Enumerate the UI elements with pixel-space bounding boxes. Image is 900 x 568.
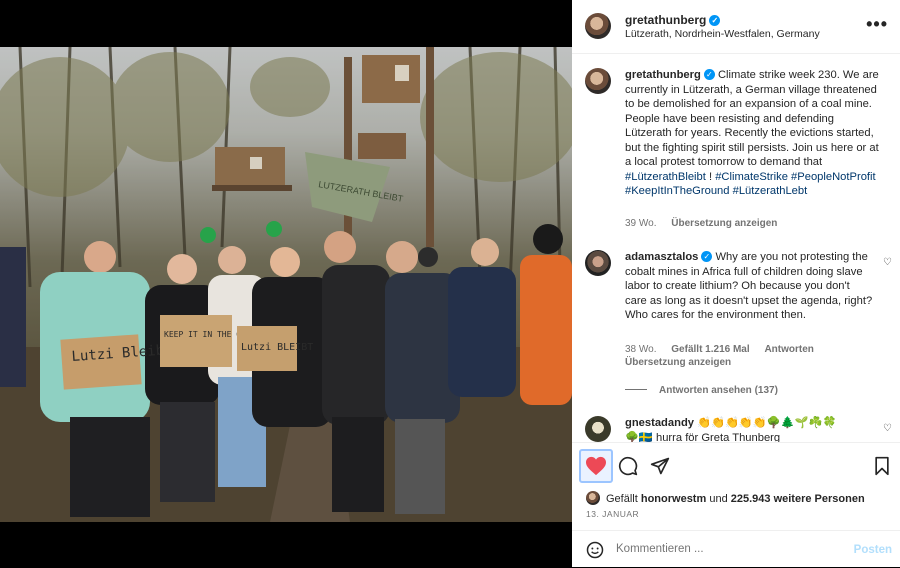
likes-count[interactable]: 225.943 weitere Personen <box>731 493 865 505</box>
verified-icon: ✓ <box>703 69 715 80</box>
verified-icon: ✓ <box>701 251 713 262</box>
post-photo[interactable]: LUTZERATH BLEIBT Lutzi Bleibt KEEP IT IN… <box>0 47 572 522</box>
caption-body: Climate strike week 230. We are currentl… <box>625 69 879 168</box>
comment-like-icon[interactable]: ♡ <box>883 257 892 268</box>
replies-divider <box>625 389 647 390</box>
send-icon <box>650 457 670 475</box>
author-username-text[interactable]: gretathunberg <box>625 13 706 27</box>
media-pane: LUTZERATH BLEIBT Lutzi Bleibt KEEP IT IN… <box>0 0 572 567</box>
liker-avatar <box>586 491 600 505</box>
author-username[interactable]: gretathunberg ✓ <box>625 13 721 27</box>
comment-button[interactable] <box>615 453 641 479</box>
sign3-text: Lutzi BLEIBT <box>241 342 313 353</box>
emoji-icon <box>586 541 604 559</box>
more-options-icon[interactable]: ••• <box>866 14 888 35</box>
comment-icon <box>618 456 638 476</box>
comment-meta: 38 Wo. Gefällt 1.216 Mal Antworten <box>625 344 826 355</box>
comment2-username[interactable]: gnestadandy <box>625 417 694 429</box>
comment-input[interactable] <box>616 543 836 555</box>
liker-username[interactable]: honorwestm <box>641 493 706 505</box>
view-replies-text[interactable]: Antworten ansehen (137) <box>659 385 778 396</box>
caption-text: gretathunberg ✓ Climate strike week 230. … <box>625 68 883 199</box>
bookmark-icon <box>875 456 889 476</box>
comment-translate: Übersetzung anzeigen <box>625 357 743 368</box>
translate-link[interactable]: Übersetzung anzeigen <box>671 218 777 229</box>
verified-icon: ✓ <box>709 15 721 26</box>
reply-button[interactable]: Antworten <box>764 344 813 355</box>
caption-avatar[interactable] <box>585 68 611 94</box>
comment-likes[interactable]: Gefällt 1.216 Mal <box>671 344 749 355</box>
comment2-text: gnestadandy 👏👏👏👏👏🌳🌲🌱☘️🍀 🌳🇸🇪 hurra för Gr… <box>625 416 873 442</box>
comment-age: 38 Wo. <box>625 344 657 355</box>
likes-summary: Gefällt honorwestm und 225.943 weitere P… <box>586 491 865 505</box>
location-link[interactable]: Lützerath, Nordrhein-Westfalen, Germany <box>625 28 820 40</box>
share-button[interactable] <box>647 453 673 479</box>
photo-illustration: LUTZERATH BLEIBT Lutzi Bleibt KEEP IT IN… <box>0 47 572 522</box>
post-header: gretathunberg ✓ Lützerath, Nordrhein-West… <box>572 0 900 54</box>
caption-punct: ! <box>705 170 713 183</box>
author-avatar[interactable] <box>585 13 611 39</box>
heart-filled-icon <box>586 456 606 476</box>
comments-list[interactable]: gretathunberg ✓ Climate strike week 230. … <box>572 54 900 442</box>
save-button[interactable] <box>869 453 895 479</box>
add-comment-bar: Posten <box>572 530 900 568</box>
comment2-like-icon[interactable]: ♡ <box>883 423 892 434</box>
like-button[interactable] <box>579 449 613 483</box>
comment2-body-2: 🌳🇸🇪 hurra för Greta Thunberg <box>625 431 781 443</box>
commenter2-avatar[interactable] <box>585 416 611 442</box>
post-date: 13. JANUAR <box>586 509 640 519</box>
hashtag-link[interactable]: #LützerathBleibt <box>625 171 706 183</box>
likes-prefix: Gefällt <box>606 493 638 505</box>
likes-middle: und <box>709 493 728 505</box>
view-replies-button[interactable]: Antworten ansehen (137) <box>625 385 778 396</box>
caption-meta: 39 Wo. Übersetzung anzeigen <box>625 218 789 229</box>
comment2-body: 👏👏👏👏👏🌳🌲🌱☘️🍀 <box>697 417 837 429</box>
commenter-avatar[interactable] <box>585 250 611 276</box>
caption-username[interactable]: gretathunberg <box>625 69 701 81</box>
comment-translate-link[interactable]: Übersetzung anzeigen <box>625 357 731 368</box>
comment-text: adamasztalos ✓ Why are you not protesting… <box>625 250 873 323</box>
caption-age: 39 Wo. <box>625 218 657 229</box>
post-side-panel: gretathunberg ✓ Lützerath, Nordrhein-West… <box>572 0 900 567</box>
emoji-button[interactable] <box>586 541 604 564</box>
comment-username[interactable]: adamasztalos <box>625 251 698 263</box>
post-comment-button[interactable]: Posten <box>854 544 892 556</box>
action-bar <box>572 442 900 489</box>
